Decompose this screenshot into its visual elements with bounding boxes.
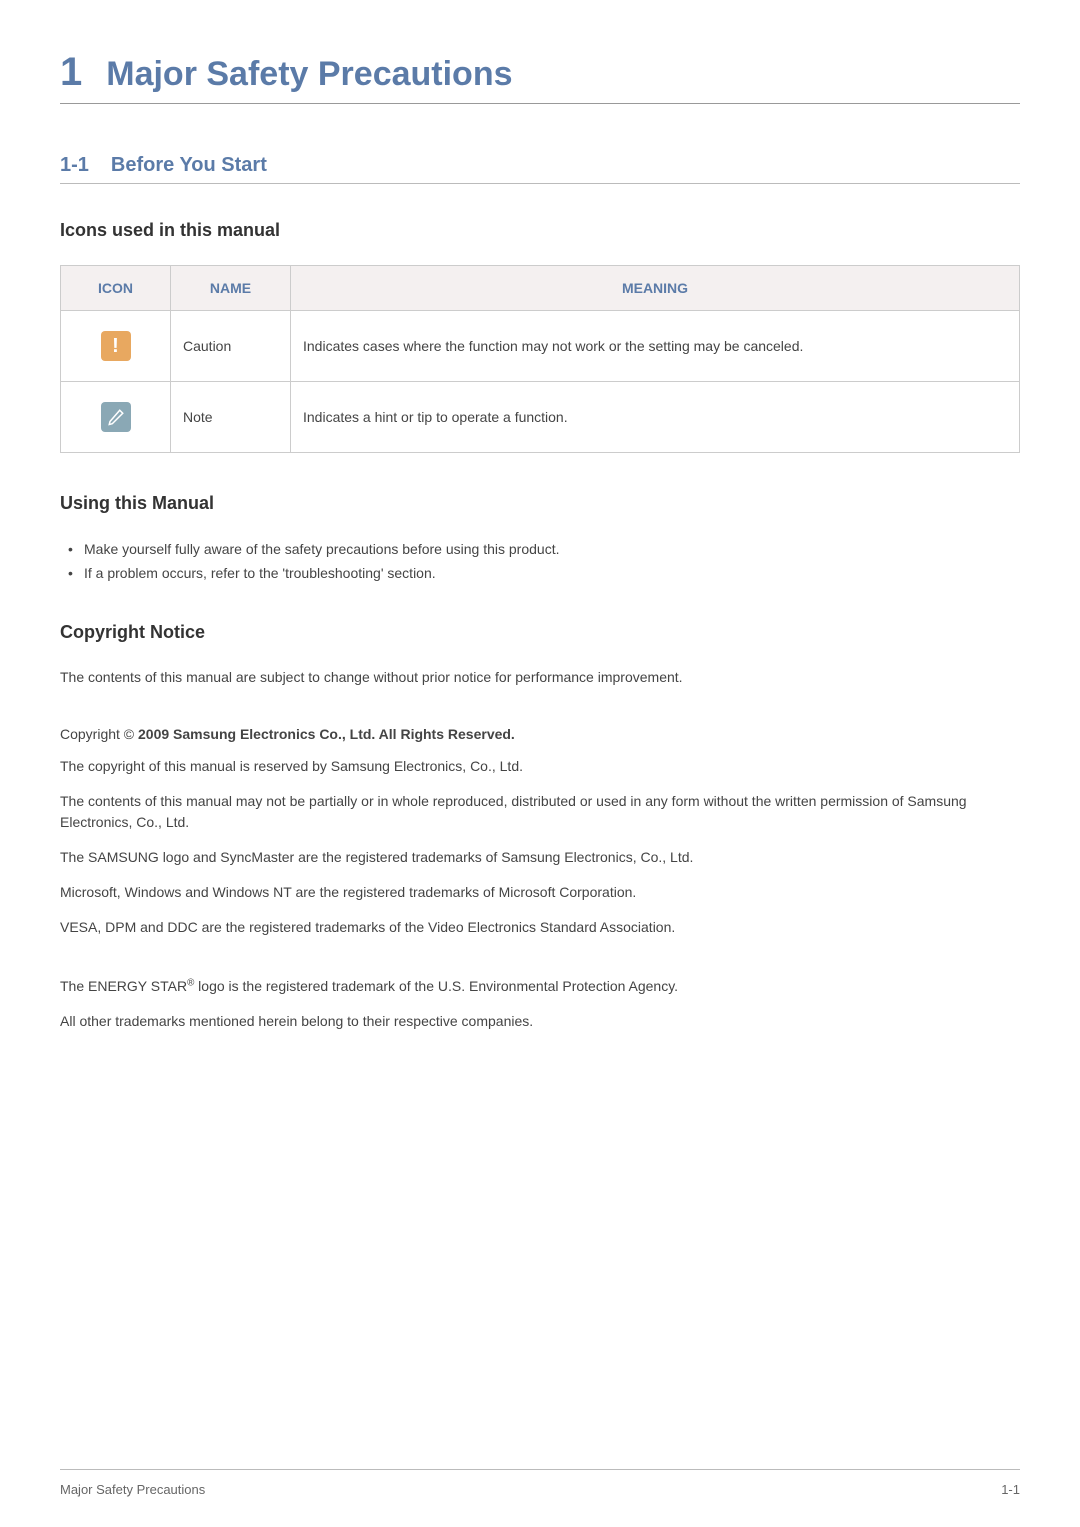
copyright-p5: VESA, DPM and DDC are the registered tra…	[60, 917, 1020, 938]
table-row: Note Indicates a hint or tip to operate …	[61, 382, 1020, 453]
section-title-text: Before You Start	[111, 154, 267, 177]
caution-icon: !	[101, 331, 131, 361]
copyright-p3: The SAMSUNG logo and SyncMaster are the …	[60, 847, 1020, 868]
footer-left: Major Safety Precautions	[60, 1482, 205, 1497]
page-footer: Major Safety Precautions 1-1	[60, 1469, 1020, 1497]
table-row: ! Caution Indicates cases where the func…	[61, 311, 1020, 382]
list-item: Make yourself fully aware of the safety …	[60, 538, 1020, 562]
th-icon: ICON	[61, 266, 171, 311]
chapter-title: 1 Major Safety Precautions	[60, 50, 1020, 104]
using-manual-subsection: Using this Manual Make yourself fully aw…	[60, 493, 1020, 586]
energystar-post: logo is the registered trademark of the …	[194, 978, 678, 994]
icons-table: ICON NAME MEANING ! Caution Indicates ca…	[60, 265, 1020, 453]
copyright-subsection: Copyright Notice The contents of this ma…	[60, 622, 1020, 1032]
cell-meaning: Indicates cases where the function may n…	[291, 311, 1020, 382]
th-meaning: MEANING	[291, 266, 1020, 311]
cell-meaning: Indicates a hint or tip to operate a fun…	[291, 382, 1020, 453]
cell-icon	[61, 382, 171, 453]
copyright-intro: The contents of this manual are subject …	[60, 667, 1020, 688]
using-manual-title: Using this Manual	[60, 493, 1020, 514]
cell-name: Caution	[171, 311, 291, 382]
copyright-p1: The copyright of this manual is reserved…	[60, 756, 1020, 777]
section-number: 1-1	[60, 154, 89, 177]
section-title: 1-1 Before You Start	[60, 154, 1020, 184]
copyright-p2: The contents of this manual may not be p…	[60, 791, 1020, 833]
copyright-title: Copyright Notice	[60, 622, 1020, 643]
chapter-number: 1	[60, 50, 82, 95]
copyright-p7: All other trademarks mentioned herein be…	[60, 1011, 1020, 1032]
chapter-title-text: Major Safety Precautions	[106, 55, 512, 94]
note-icon	[101, 402, 131, 432]
footer-right: 1-1	[1001, 1482, 1020, 1497]
copyright-p4: Microsoft, Windows and Windows NT are th…	[60, 882, 1020, 903]
table-header-row: ICON NAME MEANING	[61, 266, 1020, 311]
energystar-pre: The ENERGY STAR	[60, 978, 187, 994]
cell-icon: !	[61, 311, 171, 382]
copyright-line: Copyright © 2009 Samsung Electronics Co.…	[60, 726, 1020, 742]
copyright-prefix: Copyright ©	[60, 726, 138, 742]
list-item: If a problem occurs, refer to the 'troub…	[60, 562, 1020, 586]
cell-name: Note	[171, 382, 291, 453]
copyright-bold: 2009 Samsung Electronics Co., Ltd. All R…	[138, 726, 515, 742]
copyright-energystar: The ENERGY STAR® logo is the registered …	[60, 976, 1020, 997]
th-name: NAME	[171, 266, 291, 311]
icons-subsection-title: Icons used in this manual	[60, 220, 1020, 241]
icons-subsection: Icons used in this manual ICON NAME MEAN…	[60, 220, 1020, 453]
using-manual-list: Make yourself fully aware of the safety …	[60, 538, 1020, 586]
